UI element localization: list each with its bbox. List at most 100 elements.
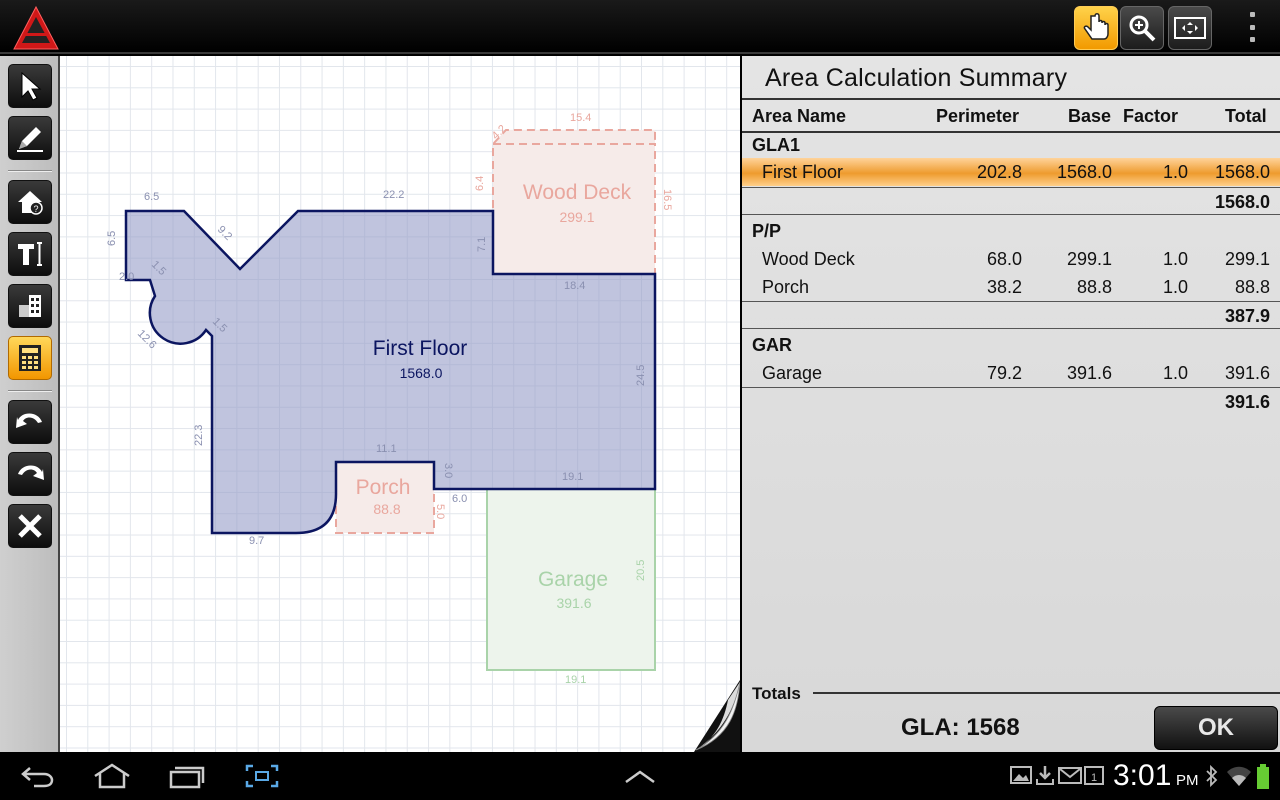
- fit-screen-button[interactable]: [1168, 6, 1212, 50]
- area-value-garage: 391.6: [556, 595, 591, 611]
- dimension-label: 11.1: [376, 443, 397, 455]
- column-header-factor: Factor: [1123, 106, 1179, 126]
- column-header-total: Total: [1225, 106, 1267, 126]
- house-info-button[interactable]: ?: [8, 180, 52, 224]
- floor-plan-sketch[interactable]: First Floor 1568.0 Wood Deck 299.1 Porch…: [60, 56, 740, 752]
- row-base: 299.1: [1066, 249, 1112, 269]
- home-button[interactable]: [90, 762, 134, 790]
- top-action-bar: [0, 0, 1280, 54]
- calculator-icon: [19, 345, 41, 371]
- table-row-porch[interactable]: Porch 38.2 88.8 1.0 88.8: [742, 273, 1280, 301]
- row-perimeter: 68.0: [986, 249, 1022, 269]
- group-label-gar: GAR: [752, 335, 792, 355]
- row-base: 1568.0: [1056, 162, 1112, 182]
- row-factor: 1.0: [1162, 249, 1188, 269]
- subtotal-row: 387.9: [742, 301, 1280, 329]
- dimension-label: 16.5: [661, 189, 673, 210]
- text-tool-button[interactable]: [8, 232, 52, 276]
- svg-text:1: 1: [1091, 772, 1097, 784]
- row-factor: 1.0: [1162, 162, 1188, 182]
- redo-icon: [18, 465, 44, 480]
- dimension-label: 19.1: [562, 471, 583, 483]
- tool-palette: ?: [0, 56, 60, 752]
- totals-label: Totals: [752, 684, 801, 703]
- home-icon: [94, 763, 130, 789]
- bluetooth-icon: [1206, 764, 1218, 788]
- screenshot-button[interactable]: [240, 762, 284, 790]
- page-curl[interactable]: [694, 680, 740, 752]
- dimension-label: 15.4: [570, 112, 591, 124]
- row-base: 88.8: [1076, 277, 1112, 297]
- ok-button[interactable]: OK: [1154, 706, 1278, 750]
- table-row-first-floor[interactable]: First Floor 202.8 1568.0 1.0 1568.0: [742, 158, 1280, 186]
- back-icon: [21, 767, 54, 788]
- dimension-label: 7.1: [476, 237, 488, 252]
- sketch-canvas[interactable]: First Floor 1568.0 Wood Deck 299.1 Porch…: [60, 56, 740, 752]
- area-label-porch: Porch: [356, 476, 411, 499]
- row-name: Porch: [762, 277, 810, 297]
- draw-tool-button[interactable]: [8, 116, 52, 160]
- select-tool-button[interactable]: [8, 64, 52, 108]
- up-arrow-icon: [625, 770, 655, 784]
- wifi-icon: [1227, 766, 1251, 786]
- select-arrow-icon: [21, 71, 42, 101]
- download-icon: [1036, 766, 1054, 785]
- redo-button[interactable]: [8, 452, 52, 496]
- undo-icon: [16, 413, 42, 428]
- close-sketch-button[interactable]: [8, 504, 52, 548]
- row-perimeter: 38.2: [986, 277, 1022, 297]
- row-factor: 1.0: [1162, 277, 1188, 297]
- row-name: First Floor: [762, 162, 843, 182]
- row-total: 88.8: [1234, 277, 1270, 297]
- dimension-label: 19.1: [565, 674, 586, 686]
- dimension-label: 6.4: [474, 176, 486, 191]
- row-perimeter: 202.8: [976, 162, 1022, 182]
- area-label-first-floor: First Floor: [373, 337, 468, 360]
- subtotal-row: 391.6: [742, 387, 1280, 415]
- dimension-label: 9.7: [249, 535, 264, 547]
- house-info-icon: ?: [18, 191, 43, 215]
- dimension-label: 24.5: [635, 365, 647, 386]
- dimension-label: 9.2: [215, 224, 234, 243]
- status-ampm: PM: [1176, 772, 1199, 789]
- area-calculation-panel: Area Calculation Summary Area Name Perim…: [742, 56, 1280, 752]
- column-header-base: Base: [1068, 106, 1112, 126]
- subtotal-value: 387.9: [1224, 306, 1270, 326]
- app-logo-icon: [13, 5, 59, 50]
- gmail-icon: [1058, 767, 1082, 784]
- table-row-wood-deck[interactable]: Wood Deck 68.0 299.1 1.0 299.1: [742, 245, 1280, 273]
- gallery-icon: [1010, 766, 1032, 784]
- row-perimeter: 79.2: [986, 363, 1022, 383]
- dimension-label: 6.0: [452, 493, 467, 505]
- table-row-garage[interactable]: Garage 79.2 391.6 1.0 391.6: [742, 359, 1280, 387]
- pan-hand-button[interactable]: [1074, 6, 1118, 50]
- subtotal-value: 391.6: [1224, 392, 1270, 412]
- recent-apps-button[interactable]: [165, 762, 209, 790]
- calendar-icon: 1: [1084, 766, 1104, 785]
- area-label-garage: Garage: [538, 568, 608, 591]
- undo-button[interactable]: [8, 400, 52, 444]
- panel-title: Area Calculation Summary: [765, 64, 1068, 92]
- back-button[interactable]: [16, 762, 60, 790]
- fit-screen-icon: [1174, 17, 1206, 39]
- zoom-icon: [1129, 15, 1156, 42]
- column-header-area-name: Area Name: [752, 106, 847, 126]
- row-total: 391.6: [1224, 363, 1270, 383]
- area-value-wood-deck: 299.1: [559, 209, 594, 225]
- svg-text:?: ?: [34, 204, 39, 214]
- up-arrow-button[interactable]: [618, 762, 662, 790]
- zoom-button[interactable]: [1120, 6, 1164, 50]
- system-navigation-bar: 1 3:01 PM: [0, 752, 1280, 800]
- recent-apps-icon: [169, 766, 205, 789]
- calculator-button[interactable]: [8, 336, 52, 380]
- overflow-menu-icon[interactable]: [1244, 12, 1260, 42]
- area-value-first-floor: 1568.0: [400, 365, 443, 381]
- group-label-pp: P/P: [752, 221, 782, 241]
- subtotal-row: 1568.0: [742, 187, 1280, 215]
- building-tool-button[interactable]: [8, 284, 52, 328]
- pencil-icon: [17, 127, 43, 152]
- row-name: Garage: [762, 363, 823, 383]
- row-total: 299.1: [1224, 249, 1270, 269]
- dimension-label: 3.0: [442, 463, 454, 478]
- gla-total: GLA: 1568: [901, 714, 1020, 741]
